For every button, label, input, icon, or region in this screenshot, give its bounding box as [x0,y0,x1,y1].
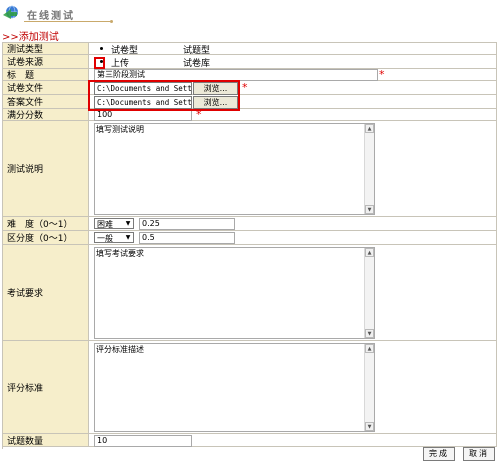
cancel-button[interactable]: 取消 [463,447,495,461]
row-paper-file: 试卷文件 C:\Documents and Sett 浏览... * [3,81,497,95]
scroll-up-icon[interactable]: ▲ [365,344,374,353]
discrimination-select[interactable]: 一般 ▼ [94,232,134,243]
row-description: 测试说明 填写测试说明 ▲ ▼ [3,121,497,217]
label-description: 测试说明 [3,121,89,216]
label-paper-file: 试卷文件 [3,81,89,94]
label-full-score: 满分分数 [3,109,89,121]
title-divider-dot [110,20,113,23]
scroll-down-icon[interactable]: ▼ [365,422,374,431]
label-answer-file: 答案文件 [3,95,89,108]
criteria-scrollbar[interactable]: ▲ ▼ [364,344,374,431]
description-textarea[interactable]: 填写测试说明 ▲ ▼ [94,123,375,215]
row-full-score: 满分分数 100 * [3,109,497,121]
label-title: 标 题 [3,69,89,81]
full-score-required-mark: * [196,108,202,121]
paper-file-required-mark: * [242,81,248,94]
criteria-textarea[interactable]: 评分标准描述 ▲ ▼ [94,343,375,432]
requirement-textarea[interactable]: 填写考试要求 ▲ ▼ [94,247,375,339]
question-count-input[interactable]: 10 [94,435,192,447]
page-header: 在线测试 [0,0,499,26]
scroll-down-icon[interactable]: ▼ [365,329,374,338]
title-divider [24,21,110,22]
discrimination-select-value: 一般 [97,234,113,243]
label-source: 试卷来源 [3,55,89,68]
chevron-down-icon: ▼ [125,234,131,241]
row-criteria: 评分标准 评分标准描述 ▲ ▼ [3,341,497,434]
radio-question-type[interactable] [170,45,177,52]
row-difficulty: 难 度（0～1） 困难 ▼ 0.25 [3,217,497,231]
scroll-up-icon[interactable]: ▲ [365,248,374,257]
scroll-up-icon[interactable]: ▲ [365,124,374,133]
add-test-form: 测试类型 试卷型 试题型 试卷来源 上传 试卷库 标 题 第三阶段测试 * 试卷… [2,42,497,449]
label-question-count: 试题数量 [3,434,89,447]
scroll-down-icon[interactable]: ▼ [365,205,374,214]
radio-paper-library[interactable] [170,58,177,65]
row-answer-file: 答案文件 C:\Documents and Sett 浏览... [3,95,497,109]
label-requirement: 考试要求 [3,245,89,340]
radio-paper-library-label: 试卷库 [183,59,211,69]
breadcrumb: >>添加测试 [2,32,59,43]
requirement-text: 填写考试要求 [96,249,144,258]
row-title: 标 题 第三阶段测试 * [3,69,497,81]
description-scrollbar[interactable]: ▲ ▼ [364,124,374,214]
label-discrimination: 区分度（0～1） [3,231,89,244]
chevron-down-icon: ▼ [125,220,131,227]
upload-radio-highlight [94,57,105,69]
page-title: 在线测试 [27,11,75,22]
difficulty-select-value: 困难 [97,220,113,229]
discrimination-input[interactable]: 0.5 [139,232,235,244]
label-difficulty: 难 度（0～1） [3,217,89,230]
criteria-text: 评分标准描述 [96,345,144,354]
label-test-type: 测试类型 [3,43,89,55]
row-source: 试卷来源 上传 试卷库 [3,55,497,69]
description-text: 填写测试说明 [96,125,144,134]
difficulty-select[interactable]: 困难 ▼ [94,218,134,229]
radio-upload-label: 上传 [111,59,130,69]
file-inputs-highlight [88,80,240,111]
label-criteria: 评分标准 [3,341,89,433]
radio-paper-type[interactable] [98,45,105,52]
done-button[interactable]: 完成 [423,447,455,461]
row-discrimination: 区分度（0～1） 一般 ▼ 0.5 [3,231,497,245]
title-required-mark: * [379,68,385,81]
row-requirement: 考试要求 填写考试要求 ▲ ▼ [3,245,497,341]
globe-arrow-icon [3,5,18,19]
requirement-scrollbar[interactable]: ▲ ▼ [364,248,374,338]
row-question-count: 试题数量 10 [3,434,497,447]
difficulty-input[interactable]: 0.25 [139,218,235,230]
row-test-type: 测试类型 试卷型 试题型 [3,43,497,56]
